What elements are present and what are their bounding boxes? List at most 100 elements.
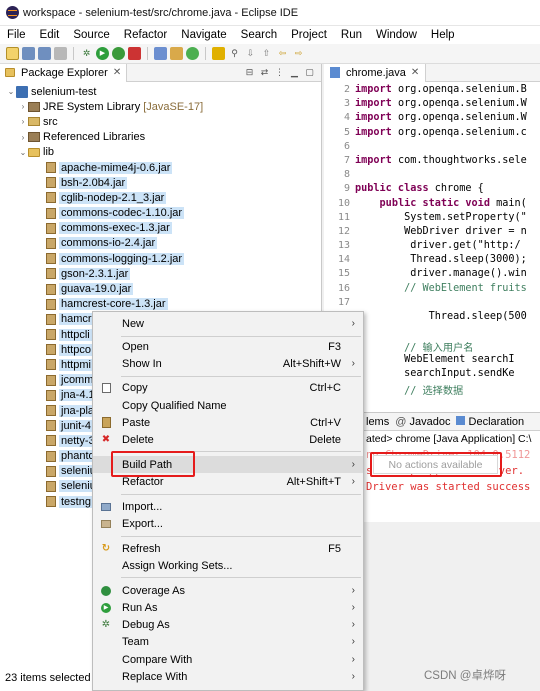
menu-item-team[interactable]: Team ›: [93, 633, 363, 650]
menu-item-delete[interactable]: ✖ Delete Delete: [93, 431, 363, 448]
new-class-icon[interactable]: [186, 47, 199, 60]
forward-icon[interactable]: ⇨: [292, 47, 305, 60]
menu-item-export[interactable]: Export...: [93, 515, 363, 532]
tree-item-project[interactable]: ⌄ selenium-test: [0, 84, 321, 99]
tab-declaration[interactable]: Declaration: [456, 415, 525, 428]
menu-run[interactable]: Run: [334, 29, 369, 41]
toolbar-separator: [147, 47, 148, 60]
menu-item-replace-with[interactable]: Replace With ›: [93, 668, 363, 685]
tab-problems[interactable]: lems: [366, 416, 389, 428]
debug-icon[interactable]: ✲: [80, 47, 93, 60]
collapse-arrow-icon[interactable]: ›: [18, 133, 28, 142]
menu-help[interactable]: Help: [424, 29, 462, 41]
print-icon[interactable]: [54, 47, 67, 60]
jar-label: bsh-2.0b4.jar: [59, 176, 128, 189]
tree-item-src[interactable]: › src: [0, 114, 321, 129]
collapse-all-icon[interactable]: ⊟: [244, 67, 255, 78]
maximize-icon[interactable]: ▢: [304, 67, 315, 78]
list-item[interactable]: commons-exec-1.3.jar: [0, 221, 321, 236]
new-package-icon[interactable]: [170, 47, 183, 60]
copy-icon: [100, 382, 112, 394]
external-tools-icon[interactable]: [128, 47, 141, 60]
menu-project[interactable]: Project: [284, 29, 334, 41]
minimize-icon[interactable]: ▁: [289, 67, 300, 78]
list-item[interactable]: apache-mime4j-0.6.jar: [0, 160, 321, 175]
tab-declaration-label: Declaration: [468, 415, 525, 428]
expand-arrow-icon[interactable]: ⌄: [18, 148, 28, 157]
menu-item-paste[interactable]: Paste Ctrl+V: [93, 414, 363, 431]
list-item[interactable]: cglib-nodep-2.1_3.jar: [0, 190, 321, 205]
view-menu-icon[interactable]: ⋮: [274, 67, 285, 78]
annotation-prev-icon[interactable]: ⇧: [260, 47, 273, 60]
menu-refactor[interactable]: Refactor: [117, 29, 174, 41]
save-icon[interactable]: [22, 47, 35, 60]
coverage-icon[interactable]: [112, 47, 125, 60]
line-number: 5: [343, 126, 350, 138]
menu-item-copy-qualified-name[interactable]: Copy Qualified Name: [93, 397, 363, 414]
src-label: src: [43, 115, 58, 128]
tree-item-ref-libs[interactable]: › Referenced Libraries: [0, 130, 321, 145]
menu-item-assign-working-sets[interactable]: Assign Working Sets...: [93, 557, 363, 574]
code-text: WebElement searchI: [355, 353, 515, 365]
menu-navigate[interactable]: Navigate: [174, 29, 233, 41]
run-icon[interactable]: ▶: [96, 47, 109, 60]
jar-label: commons-io-2.4.jar: [59, 237, 158, 250]
tree-item-lib[interactable]: ⌄ lib: [0, 145, 321, 160]
menu-item-refresh[interactable]: ↻ Refresh F5: [93, 540, 363, 557]
code-text: driver.get("http:/: [355, 240, 521, 252]
code-text: import org.openqa.selenium.W: [355, 112, 527, 124]
menu-window[interactable]: Window: [369, 29, 424, 41]
new-icon[interactable]: [6, 47, 19, 60]
list-item[interactable]: bsh-2.0b4.jar: [0, 175, 321, 190]
link-editor-icon[interactable]: ⇄: [259, 67, 270, 78]
back-icon[interactable]: ⇦: [276, 47, 289, 60]
open-type-icon[interactable]: [212, 47, 225, 60]
tab-chrome-java[interactable]: chrome.java ✕: [324, 63, 427, 82]
jar-icon: [46, 222, 56, 234]
list-item[interactable]: commons-io-2.4.jar: [0, 236, 321, 251]
close-icon[interactable]: ✕: [113, 67, 121, 78]
menu-item-show-in[interactable]: Show In Alt+Shift+W ›: [93, 355, 363, 372]
menu-item-debug-as[interactable]: ✲ Debug As ›: [93, 616, 363, 633]
menu-item-coverage-as[interactable]: Coverage As ›: [93, 582, 363, 599]
menu-item-import[interactable]: Import...: [93, 498, 363, 515]
list-item[interactable]: guava-19.0.jar: [0, 281, 321, 296]
coverage-icon: [100, 585, 112, 597]
expand-arrow-icon[interactable]: ⌄: [6, 87, 16, 96]
menu-item-compare-with[interactable]: Compare With ›: [93, 651, 363, 668]
menu-file[interactable]: File: [0, 29, 33, 41]
tab-package-explorer[interactable]: Package Explorer ✕: [0, 63, 128, 82]
code-text: Thread.sleep(500: [355, 311, 527, 322]
menu-item-new[interactable]: New ›: [93, 315, 363, 332]
highlight-box-build-path: [111, 451, 195, 477]
collapse-arrow-icon[interactable]: ›: [18, 117, 28, 126]
menu-search[interactable]: Search: [234, 29, 284, 41]
java-file-icon: [330, 67, 340, 78]
line-number: 2: [343, 84, 350, 95]
save-all-icon[interactable]: [38, 47, 51, 60]
submenu-arrow-icon: ›: [351, 619, 355, 630]
list-item[interactable]: commons-codec-1.10.jar: [0, 206, 321, 221]
collapse-arrow-icon[interactable]: ›: [18, 102, 28, 111]
menu-item-label: Delete: [122, 433, 154, 446]
tree-item-jre[interactable]: › JRE System Library [JavaSE-17]: [0, 99, 321, 114]
new-java-project-icon[interactable]: [154, 47, 167, 60]
search-icon[interactable]: ⚲: [228, 47, 241, 60]
tab-javadoc[interactable]: @ Javadoc: [395, 416, 450, 428]
menu-item-label: Paste: [122, 416, 151, 429]
menu-edit[interactable]: Edit: [33, 29, 67, 41]
menu-source[interactable]: Source: [66, 29, 116, 41]
annotation-next-icon[interactable]: ⇩: [244, 47, 257, 60]
menu-item-open[interactable]: Open F3: [93, 338, 363, 355]
line-number: 17: [337, 296, 350, 308]
java-project-icon: [16, 85, 28, 98]
menu-item-copy[interactable]: Copy Ctrl+C: [93, 379, 363, 396]
menu-item-label: Export...: [122, 517, 163, 530]
list-item[interactable]: gson-2.3.1.jar: [0, 266, 321, 281]
menu-item-run-as[interactable]: ▶ Run As ›: [93, 599, 363, 616]
close-icon[interactable]: ✕: [411, 67, 419, 78]
list-item[interactable]: commons-logging-1.2.jar: [0, 251, 321, 266]
code-line: 17: [324, 297, 540, 311]
package-explorer-icon: [5, 68, 15, 77]
list-item[interactable]: hamcrest-core-1.3.jar: [0, 297, 321, 312]
